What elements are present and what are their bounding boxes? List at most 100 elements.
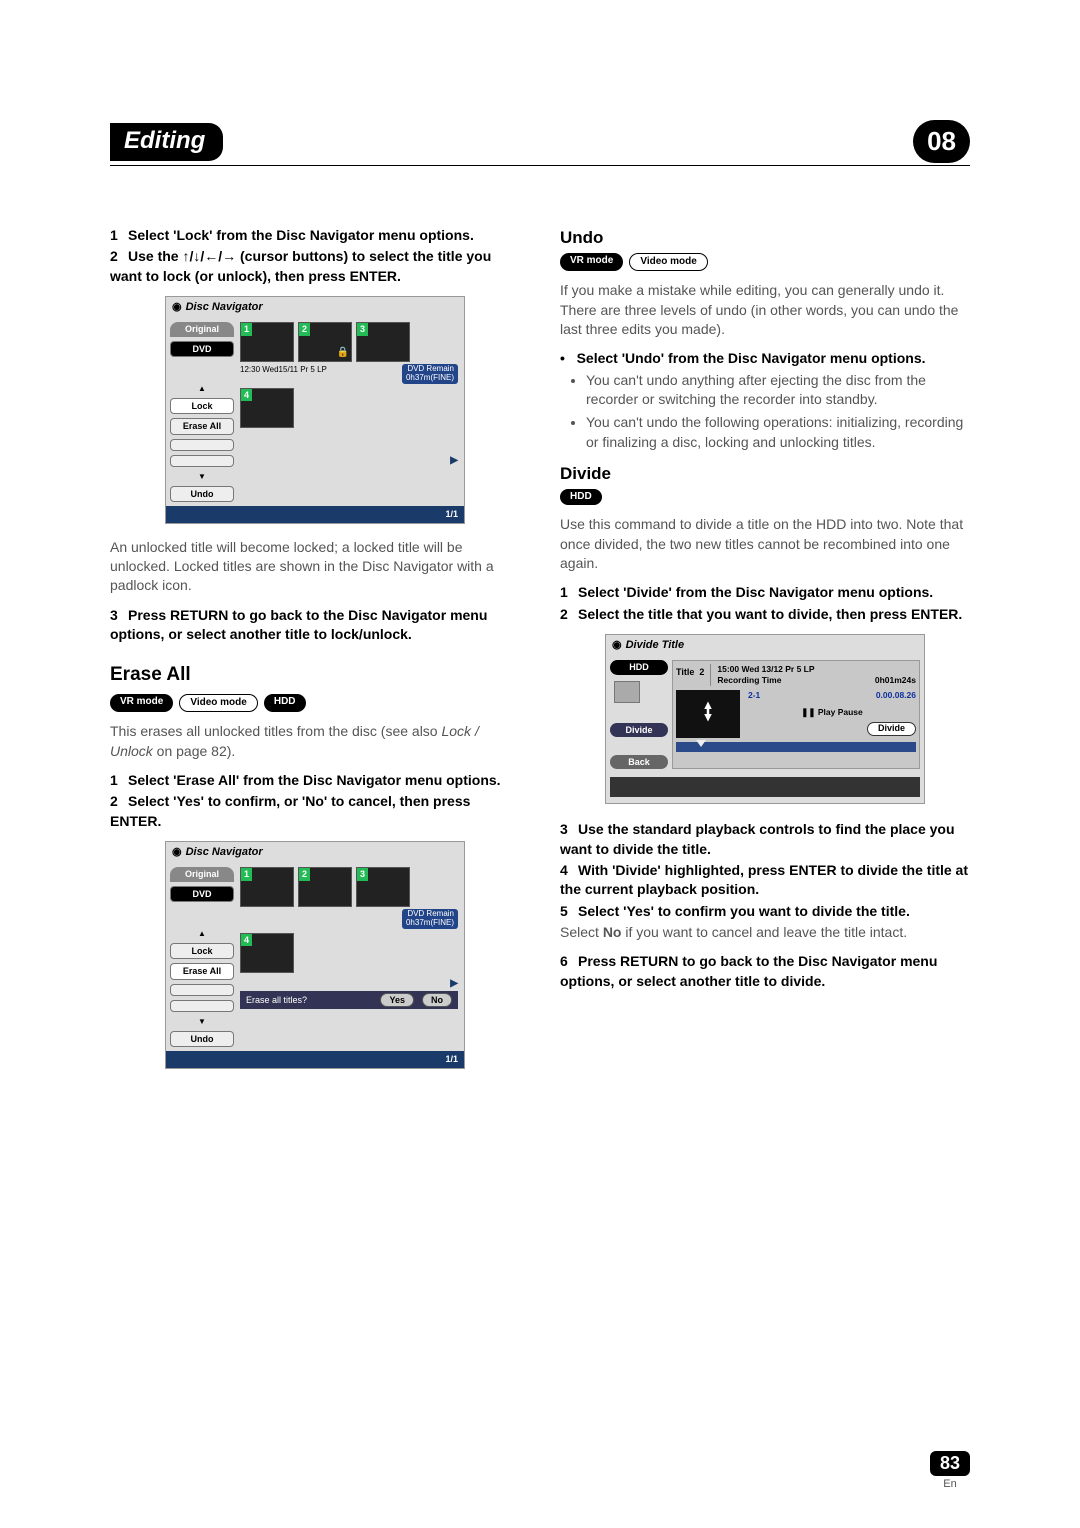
video-mode-badge: Video mode (179, 694, 258, 712)
erase-all-badges: VR mode Video mode HDD (110, 694, 520, 712)
nav-title: Disc Navigator (186, 300, 263, 315)
divide-step-3: 3Use the standard playback controls to f… (560, 820, 970, 859)
erase-step-1: 1Select 'Erase All' from the Disc Naviga… (110, 771, 520, 790)
nav-title: Disc Navigator (186, 845, 263, 860)
disc-navigator-screenshot-erase: ◉ Disc Navigator Original DVD ▲ Lock Eras… (165, 841, 465, 1069)
divide-step-6-text: Press RETURN to go back to the Disc Navi… (560, 953, 937, 988)
recording-time-label: Recording Time (717, 675, 781, 686)
divide-step-2: 2Select the title that you want to divid… (560, 605, 970, 624)
yes-button: Yes (380, 993, 414, 1007)
blank-menu-item (170, 1000, 234, 1012)
play-pause-label: ❚❚ Play Pause (748, 707, 916, 718)
disc-icon: ◉ (172, 845, 182, 860)
divide-timecode: 0.00.08.26 (876, 690, 916, 701)
left-column: 1Select 'Lock' from the Disc Navigator m… (110, 226, 520, 1083)
title-number: 2 (699, 667, 704, 677)
video-mode-badge: Video mode (629, 253, 708, 271)
undo-menu-item: Undo (170, 1031, 234, 1047)
up-arrow-icon: ▲ (170, 383, 234, 394)
recording-line: 15:00 Wed 13/12 Pr 5 LP (717, 664, 916, 675)
lock-explanation: An unlocked title will become locked; a … (110, 538, 520, 596)
divide-title-screenshot: ◉Divide Title HDD Divide Back Title 2 (605, 634, 925, 804)
hdd-badge: HDD (264, 694, 306, 712)
divide-step-5-text: Select 'Yes' to confirm you want to divi… (578, 903, 910, 919)
divide-step-5: 5Select 'Yes' to confirm you want to div… (560, 902, 970, 921)
undo-note-2: You can't undo the following operations:… (586, 413, 970, 452)
title-label: Title (676, 667, 694, 677)
divide-position: 2-1 (748, 690, 760, 701)
divide-button: Divide (867, 722, 916, 736)
lock-step-2-text: Use the ↑/↓/←/→ (cursor buttons) to sele… (110, 248, 491, 283)
filmstrip (610, 777, 920, 797)
lock-step-3: 3Press RETURN to go back to the Disc Nav… (110, 606, 520, 645)
disc-navigator-screenshot-lock: ◉ Disc Navigator Original DVD ▲ Lock Eras… (165, 296, 465, 524)
page-footer: 83 En (930, 1451, 970, 1490)
dvd-remain-value: 0h37m(FINE) (406, 373, 454, 382)
divide-step-5-body: Select No if you want to cancel and leav… (560, 923, 970, 942)
right-column: Undo VR mode Video mode If you make a mi… (560, 226, 970, 1083)
no-option: No (603, 924, 622, 940)
dvd-remain-value: 0h37m(FINE) (406, 918, 454, 927)
erase-confirm-text: Erase all titles? (246, 994, 307, 1006)
divide-menu-item: Divide (610, 723, 668, 737)
undo-intro: If you make a mistake while editing, you… (560, 281, 970, 339)
original-tab: Original (170, 322, 234, 336)
chapter-number-badge: 08 (913, 120, 970, 163)
undo-bullet-lead: • Select 'Undo' from the Disc Navigator … (560, 349, 970, 368)
divide-step-2-text: Select the title that you want to divide… (578, 606, 962, 622)
divide-title-label: Divide Title (626, 638, 684, 653)
erase-all-intro: This erases all unlocked titles from the… (110, 722, 520, 761)
down-arrow-icon: ▼ (170, 1016, 234, 1027)
dvd-label: DVD (170, 341, 234, 357)
lock-step-1-text: Select 'Lock' from the Disc Navigator me… (128, 227, 474, 243)
blank-menu-item (170, 984, 234, 996)
down-arrow-icon: ▼ (170, 471, 234, 482)
dvd-remain-label: DVD Remain (407, 909, 454, 918)
dvd-label: DVD (170, 886, 234, 902)
divide-intro: Use this command to divide a title on th… (560, 515, 970, 573)
nav-page-indicator: 1/1 (445, 1053, 458, 1065)
language-label: En (930, 1478, 970, 1490)
blank-menu-item (170, 439, 234, 451)
lock-step-2: 2Use the ↑/↓/←/→ (cursor buttons) to sel… (110, 247, 520, 286)
undo-menu-item: Undo (170, 486, 234, 502)
vr-mode-badge: VR mode (110, 694, 173, 712)
page-number: 83 (930, 1451, 970, 1476)
erase-all-menu-item: Erase All (170, 963, 234, 979)
divide-step-1: 1Select 'Divide' from the Disc Navigator… (560, 583, 970, 602)
lock-step-3-text: Press RETURN to go back to the Disc Navi… (110, 607, 487, 642)
divide-step-1-text: Select 'Divide' from the Disc Navigator … (578, 584, 933, 600)
chapter-header: Editing 08 (110, 120, 970, 166)
hdd-badge: HDD (560, 489, 602, 505)
vr-mode-badge: VR mode (560, 253, 623, 271)
timeline-track (676, 742, 916, 752)
timeline-marker-icon (696, 740, 706, 747)
divide-step-6: 6Press RETURN to go back to the Disc Nav… (560, 952, 970, 991)
lock-icon: 🔒 (337, 346, 349, 360)
lock-menu-item: Lock (170, 398, 234, 414)
erase-all-menu-item: Erase All (170, 418, 234, 434)
erase-step-1-text: Select 'Erase All' from the Disc Navigat… (128, 772, 501, 788)
no-button: No (422, 993, 452, 1007)
divide-badges: HDD (560, 489, 970, 505)
lock-menu-item: Lock (170, 943, 234, 959)
disc-icon: ◉ (172, 300, 182, 315)
nav-info-left: 12:30 Wed15/11 Pr 5 LP (240, 364, 327, 384)
divide-step-4: 4With 'Divide' highlighted, press ENTER … (560, 861, 970, 900)
camera-icon (614, 681, 640, 703)
lock-step-1: 1Select 'Lock' from the Disc Navigator m… (110, 226, 520, 245)
erase-all-heading: Erase All (110, 662, 520, 688)
divide-step-4-text: With 'Divide' highlighted, press ENTER t… (560, 862, 968, 897)
divide-step-3-text: Use the standard playback controls to fi… (560, 821, 955, 856)
recording-time-value: 0h01m24s (875, 675, 916, 686)
undo-heading: Undo (560, 226, 970, 249)
original-tab: Original (170, 867, 234, 881)
nav-page-indicator: 1/1 (445, 508, 458, 520)
divide-heading: Divide (560, 462, 970, 485)
back-menu-item: Back (610, 755, 668, 769)
undo-notes-list: You can't undo anything after ejecting t… (560, 371, 970, 452)
chapter-title: Editing (110, 123, 223, 161)
erase-step-2: 2Select 'Yes' to confirm, or 'No' to can… (110, 792, 520, 831)
erase-step-2-text: Select 'Yes' to confirm, or 'No' to canc… (110, 793, 470, 828)
up-arrow-icon: ▲ (170, 928, 234, 939)
